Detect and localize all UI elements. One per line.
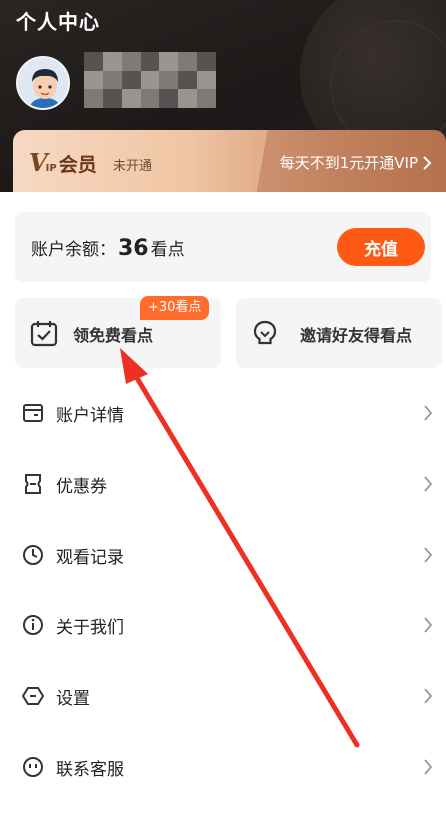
vip-status: 未开通 <box>113 159 153 174</box>
menu-label-customer-service: 联系客服 <box>56 759 124 780</box>
chevron-right-icon <box>424 476 433 492</box>
page-title: 个人中心 <box>16 10 100 34</box>
menu-item-about-us[interactable]: 关于我们 <box>0 590 446 661</box>
recharge-button[interactable]: 充值 <box>337 228 425 266</box>
balance-card: 账户余额： 36 看点 充值 <box>15 212 431 282</box>
chevron-right-icon <box>424 759 433 775</box>
balance-amount: 36 <box>118 236 149 261</box>
chevron-right-icon <box>424 405 433 421</box>
lightbulb-icon <box>253 320 277 345</box>
menu-label-coupons: 优惠券 <box>56 476 107 497</box>
vip-logo: V IP 会员 <box>29 148 97 177</box>
vip-logo-ip: IP <box>45 163 57 174</box>
menu-item-coupons[interactable]: 优惠券 <box>0 449 446 520</box>
menu-item-watch-history[interactable]: 观看记录 <box>0 520 446 591</box>
menu-label-settings: 设置 <box>56 689 90 710</box>
vip-open-link[interactable]: 每天不到1元开通VIP <box>280 152 432 173</box>
chevron-right-icon <box>424 547 433 563</box>
vip-logo-text: 会员 <box>58 154 97 176</box>
balance-row: 账户余额： 36 看点 <box>31 235 185 261</box>
free-points-badge: +30看点 <box>140 296 210 320</box>
username-blurred <box>84 52 216 108</box>
menu-label-watch-history: 观看记录 <box>56 547 124 568</box>
wallet-icon <box>23 404 43 422</box>
menu-item-account-details[interactable]: 账户详情 <box>0 378 446 449</box>
settings-hexagon-icon <box>22 687 44 706</box>
menu-label-account-details: 账户详情 <box>56 406 124 426</box>
avatar[interactable] <box>16 56 70 110</box>
calendar-check-icon <box>30 321 58 347</box>
free-points-card[interactable]: 领免费看点 +30看点 <box>15 296 221 368</box>
menu-item-customer-service[interactable]: 联系客服 <box>0 732 446 803</box>
chevron-right-icon <box>423 155 432 170</box>
clock-icon <box>23 544 43 565</box>
coupon-icon <box>25 473 41 494</box>
menu-label-about-us: 关于我们 <box>56 618 124 639</box>
chevron-right-icon <box>424 688 433 704</box>
info-icon <box>23 615 43 636</box>
balance-label: 账户余额： <box>31 240 116 260</box>
invite-friends-card[interactable]: 邀请好友得看点 <box>236 298 442 368</box>
invite-friends-label: 邀请好友得看点 <box>300 326 413 345</box>
vip-banner[interactable]: V IP 会员 未开通 每天不到1元开通VIP <box>13 130 446 192</box>
chevron-right-icon <box>424 617 433 633</box>
avatar-boy-icon <box>18 58 68 108</box>
smile-service-icon <box>23 756 43 777</box>
balance-unit: 看点 <box>150 240 185 260</box>
free-points-label: 领免费看点 <box>73 326 154 345</box>
vip-cta-label: 每天不到1元开通VIP <box>279 154 418 172</box>
settings-menu: 账户详情 优惠券 观看记录 关于我们 设置 联系客服 <box>0 378 446 803</box>
menu-item-settings[interactable]: 设置 <box>0 661 446 732</box>
profile-header: 个人中心 V IP 会员 未开通 每天不到1元开通VIP <box>0 0 446 192</box>
